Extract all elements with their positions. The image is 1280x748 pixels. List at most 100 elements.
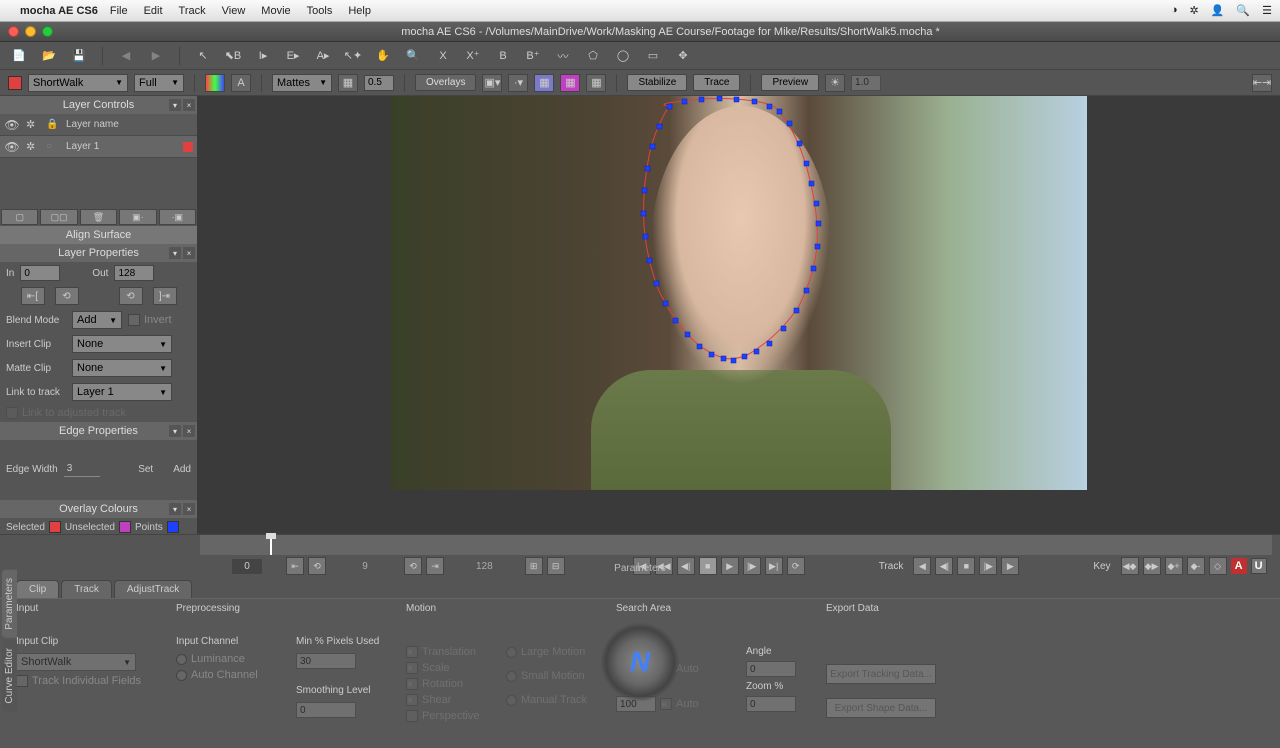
preview-value-input[interactable] <box>851 75 881 91</box>
delete-layer-icon[interactable]: 🗑 <box>80 209 117 225</box>
reset-out-icon[interactable]: ⟲ <box>404 557 422 575</box>
edge-tool-icon[interactable]: E▸ <box>282 45 304 67</box>
out-reset-icon[interactable]: ⟲ <box>119 287 143 305</box>
uberkey-button[interactable]: U <box>1251 558 1267 574</box>
auto-channel-radio[interactable] <box>176 670 187 681</box>
menu-tools[interactable]: Tools <box>307 5 333 17</box>
track-stop-icon[interactable]: ■ <box>957 557 975 575</box>
tracking-spline[interactable] <box>639 96 834 366</box>
in-input[interactable] <box>20 265 60 281</box>
key-del-icon[interactable]: ◆- <box>1187 557 1205 575</box>
step-fwd-icon[interactable]: |▶ <box>743 557 761 575</box>
status-icon[interactable]: ◑ <box>1171 4 1178 17</box>
export-tracking-button[interactable]: Export Tracking Data... <box>826 664 936 684</box>
save-icon[interactable]: 💾 <box>68 45 90 67</box>
new-layer-icon[interactable]: ▢ <box>1 209 38 225</box>
layer-name[interactable]: Layer 1 <box>66 141 177 152</box>
mattes-dropdown[interactable]: Mattes▼ <box>272 74 332 92</box>
brightness-icon[interactable]: ☀ <box>825 74 845 92</box>
selected-color[interactable] <box>49 521 61 533</box>
rect-icon[interactable]: ▭ <box>642 45 664 67</box>
luminance-radio[interactable] <box>176 654 187 665</box>
opacity-input[interactable] <box>364 75 394 91</box>
autokey-button[interactable]: A <box>1231 558 1247 574</box>
angle-input[interactable] <box>746 661 796 677</box>
attach-tool-icon[interactable]: A▸ <box>312 45 334 67</box>
sync-icon[interactable]: ✲ <box>1190 4 1199 17</box>
tab-adjusttrack[interactable]: AdjustTrack <box>114 580 192 598</box>
clip-dropdown[interactable]: ShortWalk▼ <box>28 74 128 92</box>
key-all-icon[interactable]: ◇ <box>1209 557 1227 575</box>
magnet-tool-icon[interactable]: ↖✦ <box>342 45 364 67</box>
xspline-add-icon[interactable]: X⁺ <box>462 45 484 67</box>
key-add-icon[interactable]: ◆+ <box>1165 557 1183 575</box>
key-next-icon[interactable]: ◆▶ <box>1143 557 1161 575</box>
edge-add-button[interactable]: Add <box>173 464 191 475</box>
sidetab-curve[interactable]: Curve Editor <box>2 640 17 712</box>
panel-menu-icon[interactable]: ▾ <box>169 99 181 111</box>
in-set-icon[interactable]: ⇤[ <box>21 287 45 305</box>
frame-current[interactable]: 9 <box>350 559 380 574</box>
invert-checkbox[interactable] <box>128 314 140 326</box>
stop-icon[interactable]: ■ <box>699 557 717 575</box>
track-back-icon[interactable]: ◀ <box>913 557 931 575</box>
blend-dropdown[interactable]: Add▼ <box>72 311 122 329</box>
new-icon[interactable]: 📄 <box>8 45 30 67</box>
layer-row[interactable]: 👁 ✲ ○ Layer 1 <box>0 136 197 158</box>
preview-button[interactable]: Preview <box>761 74 819 91</box>
reset-in-icon[interactable]: ⟲ <box>308 557 326 575</box>
matte-view-icon[interactable]: ▦ <box>338 74 358 92</box>
menu-view[interactable]: View <box>222 5 246 17</box>
surface-overlay-icon[interactable]: ▦ <box>534 74 554 92</box>
in-reset-icon[interactable]: ⟲ <box>55 287 79 305</box>
visibility-toggle[interactable]: 👁 <box>4 140 20 154</box>
min-pixels-input[interactable] <box>296 653 356 669</box>
shape-icon[interactable]: ◯ <box>612 45 634 67</box>
menu-edit[interactable]: Edit <box>144 5 163 17</box>
trace-button[interactable]: Trace <box>693 74 740 91</box>
frame-end[interactable]: 128 <box>468 559 501 574</box>
link-dropdown[interactable]: Layer 1▼ <box>72 383 172 401</box>
tab-clip[interactable]: Clip <box>16 580 59 598</box>
zoom-out-icon[interactable]: ⊟ <box>547 557 565 575</box>
zoom-input[interactable] <box>746 696 796 712</box>
minimize-button[interactable] <box>25 26 36 37</box>
dup-layer-icon[interactable]: ▢▢ <box>40 209 77 225</box>
spline-overlay-icon[interactable]: ·▾ <box>508 74 528 92</box>
menu-track[interactable]: Track <box>179 5 206 17</box>
frame-start[interactable]: 0 <box>232 559 262 574</box>
scale-checkbox[interactable]: × <box>406 662 418 674</box>
zoom-tool-icon[interactable]: 🔍 <box>402 45 424 67</box>
select-tool-icon[interactable]: ↖ <box>192 45 214 67</box>
edge-width-input[interactable] <box>64 461 100 477</box>
panel-close-icon[interactable]: × <box>183 99 195 111</box>
redo-icon[interactable]: ▶ <box>145 45 167 67</box>
xspline-icon[interactable]: X <box>432 45 454 67</box>
playhead[interactable] <box>270 535 272 555</box>
rotation-checkbox[interactable]: × <box>406 678 418 690</box>
insert-point-icon[interactable]: I▸ <box>252 45 274 67</box>
group-layer-icon[interactable]: ▣· <box>119 209 156 225</box>
edge-set-button[interactable]: Set <box>138 464 153 475</box>
tab-track[interactable]: Track <box>61 580 112 598</box>
manual-track-radio[interactable] <box>506 695 517 706</box>
zoom-in-icon[interactable]: ⊞ <box>525 557 543 575</box>
menu-icon[interactable]: ☰ <box>1262 4 1272 17</box>
set-in-icon[interactable]: ⇤ <box>286 557 304 575</box>
bezier-icon[interactable]: B <box>492 45 514 67</box>
resolution-dropdown[interactable]: Full▼ <box>134 74 184 92</box>
timeline-ruler[interactable] <box>200 535 1272 555</box>
ungroup-layer-icon[interactable]: ·▣ <box>159 209 196 225</box>
zoom-button[interactable] <box>42 26 53 37</box>
alpha-icon[interactable]: A <box>231 74 251 92</box>
out-input[interactable] <box>114 265 154 281</box>
track-fwd-icon[interactable]: ▶ <box>1001 557 1019 575</box>
hand-tool-icon[interactable]: ✋ <box>372 45 394 67</box>
move-icon[interactable]: ✥ <box>672 45 694 67</box>
rgb-icon[interactable] <box>205 74 225 92</box>
layer-overlay-icon[interactable]: ▣▾ <box>482 74 502 92</box>
translation-checkbox[interactable]: × <box>406 646 418 658</box>
points-color[interactable] <box>167 521 179 533</box>
v-auto-checkbox[interactable]: × <box>660 698 672 710</box>
insert-dropdown[interactable]: None▼ <box>72 335 172 353</box>
